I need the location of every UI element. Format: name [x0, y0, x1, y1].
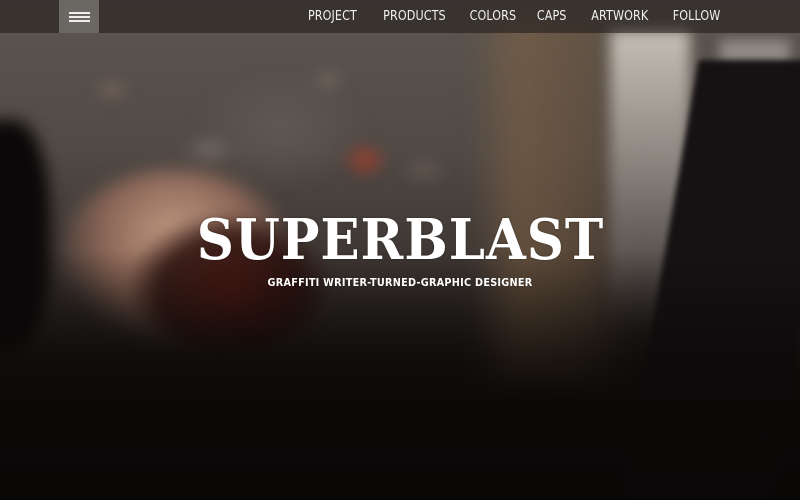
hero: SUPERBLAST GRAFFITI WRITER-TURNED-GRAPHI… [0, 208, 800, 289]
background-paint-spot [340, 140, 390, 180]
menu-button[interactable] [59, 0, 99, 33]
menu-icon-line [69, 20, 90, 22]
brand-logo: SUPERBLAST [196, 207, 604, 273]
nav-item-colors[interactable]: COLORS [469, 9, 516, 24]
top-navigation-bar: PROJECT PRODUCTS COLORS CAPS ARTWORK FOL… [0, 0, 800, 33]
menu-icon-line [69, 16, 90, 18]
menu-icon-line [69, 12, 90, 14]
hero-tagline: GRAFFITI WRITER-TURNED-GRAPHIC DESIGNER [267, 276, 533, 289]
nav-item-project[interactable]: PROJECT [308, 9, 357, 24]
main-nav: PROJECT PRODUCTS COLORS CAPS ARTWORK FOL… [300, 0, 720, 33]
nav-item-caps[interactable]: CAPS [537, 9, 567, 24]
nav-item-follow[interactable]: FOLLOW [672, 9, 720, 24]
nav-item-products[interactable]: PRODUCTS [383, 9, 446, 24]
nav-item-artwork[interactable]: ARTWORK [592, 9, 649, 24]
page: PROJECT PRODUCTS COLORS CAPS ARTWORK FOL… [0, 0, 800, 500]
